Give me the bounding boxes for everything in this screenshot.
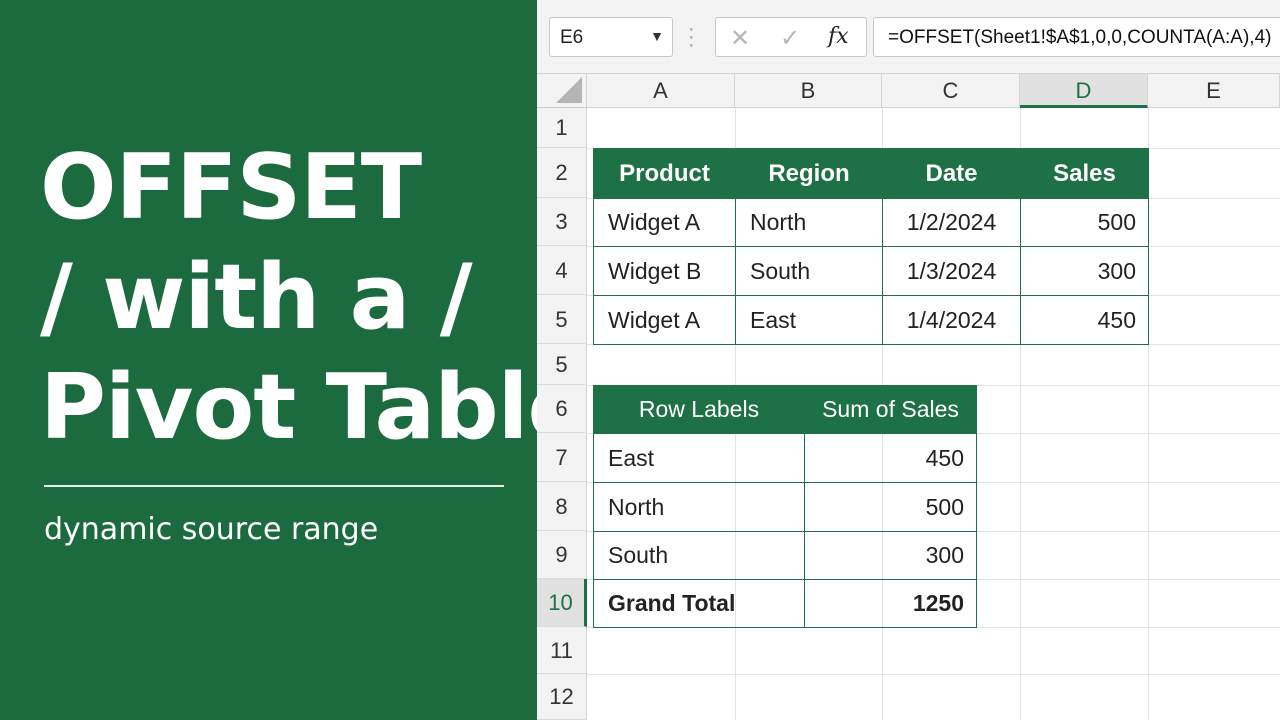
source-cell[interactable]: 450 [1020,295,1149,345]
title-line-3: Pivot Table [40,355,589,460]
confirm-icon[interactable]: ✓ [780,24,800,53]
row-header-5[interactable]: 5 [537,295,587,344]
insert-function-icon[interactable]: fx [828,24,849,49]
cancel-icon[interactable]: ✕ [730,24,750,53]
column-header-d[interactable]: D [1020,74,1148,108]
pivot-header-0[interactable]: Row Labels [593,385,805,434]
pivot-cell[interactable]: 500 [804,482,977,532]
vertical-dots-icon: · · · [688,18,695,56]
formula-text: =OFFSET(Sheet1!$A$1,0,0,COUNTA(A:A),4) [888,27,1272,48]
pivot-cell[interactable]: 300 [804,531,977,580]
pivot-cell[interactable]: East [593,433,805,483]
source-cell[interactable]: 1/2/2024 [882,198,1021,247]
row-header-8[interactable]: 8 [537,482,587,531]
source-cell[interactable]: South [735,246,883,296]
formula-bar: E6 ▼ · · · ✕ ✓ fx =OFFSET(Sheet1!$A$1,0,0,… [537,0,1280,74]
name-box[interactable]: E6 ▼ [549,17,673,57]
dropdown-caret-icon[interactable]: ▼ [650,28,664,44]
column-header-c[interactable]: C [882,74,1020,108]
source-header-date[interactable]: Date [882,148,1021,199]
pivot-cell[interactable]: North [593,482,805,532]
source-cell[interactable]: 1/4/2024 [882,295,1021,345]
gridline-horizontal [587,674,1280,675]
row-header-12[interactable]: 12 [537,674,587,720]
title-banner: OFFSET / with a / Pivot Table dynamic so… [0,0,589,720]
spreadsheet: E6 ▼ · · · ✕ ✓ fx =OFFSET(Sheet1!$A$1,0,0,… [537,0,1280,720]
title-line-2: / with a / [40,245,473,350]
pivot-grand-total-cell[interactable]: 1250 [804,579,977,628]
row-header-9[interactable]: 9 [537,531,587,579]
source-header-product[interactable]: Product [593,148,736,199]
formula-actions: ✕ ✓ fx [715,17,867,57]
column-header-a[interactable]: A [587,74,735,108]
row-header-4[interactable]: 4 [537,246,587,295]
select-all-triangle-icon[interactable] [556,77,582,103]
subtitle: dynamic source range [44,512,379,547]
title-divider [44,485,504,487]
row-header-11[interactable]: 11 [537,627,587,674]
source-cell[interactable]: Widget A [593,295,736,345]
pivot-cell[interactable]: South [593,531,805,580]
formula-input[interactable]: =OFFSET(Sheet1!$A$1,0,0,COUNTA(A:A),4) [873,17,1280,57]
row-header-1[interactable]: 1 [537,108,587,148]
title-line-1: OFFSET [40,135,422,240]
pivot-grand-total-cell[interactable]: Grand Total [593,579,805,628]
column-header-b[interactable]: B [735,74,882,108]
source-cell[interactable]: 1/3/2024 [882,246,1021,296]
source-header-sales[interactable]: Sales [1020,148,1149,199]
row-header-6[interactable]: 6 [537,385,587,433]
column-header-e[interactable]: E [1148,74,1280,108]
source-cell[interactable]: 500 [1020,198,1149,247]
source-cell[interactable]: East [735,295,883,345]
source-cell[interactable]: North [735,198,883,247]
select-all-corner[interactable] [537,74,587,108]
pivot-header-1[interactable]: Sum of Sales [804,385,977,434]
source-cell[interactable]: Widget A [593,198,736,247]
source-cell[interactable]: Widget B [593,246,736,296]
pivot-cell[interactable]: 450 [804,433,977,483]
name-box-value: E6 [560,27,584,48]
source-cell[interactable]: 300 [1020,246,1149,296]
row-header-5[interactable]: 5 [537,344,587,385]
row-header-2[interactable]: 2 [537,148,587,198]
row-header-7[interactable]: 7 [537,433,587,482]
row-header-10[interactable]: 10 [537,579,587,627]
row-header-3[interactable]: 3 [537,198,587,246]
cell-grid: A B C D E 1 2 3 4 5 5 6 7 8 9 10 11 12 Product Region Date Sa… [537,74,1280,720]
source-header-region[interactable]: Region [735,148,883,199]
